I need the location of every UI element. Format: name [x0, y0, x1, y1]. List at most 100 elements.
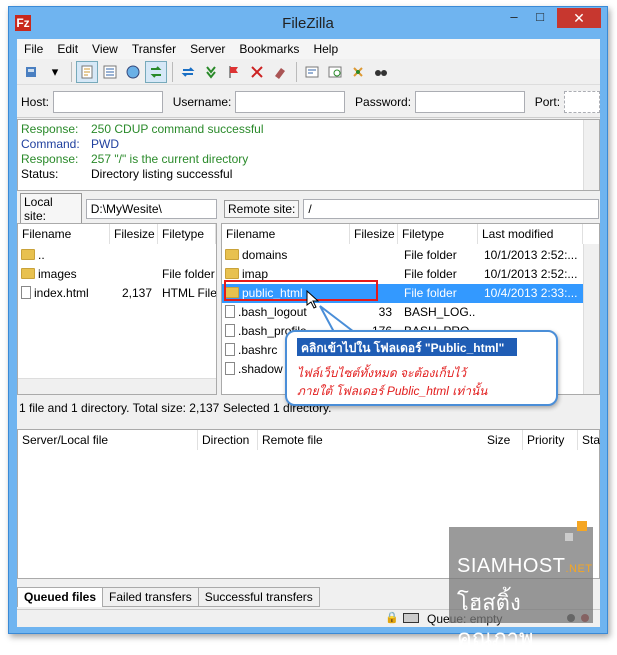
file-icon — [225, 343, 235, 356]
file-name-cell: images — [21, 267, 109, 281]
minimize-button[interactable]: – — [501, 8, 527, 28]
file-size: 2,137 — [121, 286, 152, 300]
remote-path-input[interactable]: / — [303, 199, 600, 219]
callout-title: คลิกเข้าไปใน โฟลเดอร์ "Public_html" — [297, 338, 517, 356]
queue-col-direction[interactable]: Direction — [198, 430, 258, 450]
username-input[interactable] — [235, 90, 346, 113]
file-icon — [225, 324, 235, 337]
log-key: Status: — [21, 167, 59, 181]
logo-brand: SIAMHOST.NET — [457, 555, 593, 577]
file-name: .bash_logout — [238, 305, 307, 319]
file-name: images — [38, 267, 77, 281]
log-text: 250 CDUP command successful — [91, 122, 264, 136]
remote-col-filename[interactable]: Filename — [222, 224, 350, 244]
menu-file[interactable]: File — [17, 39, 50, 59]
table-row[interactable]: images File folder — [18, 265, 215, 284]
tab-successful-transfers[interactable]: Successful transfers — [197, 587, 320, 607]
title-bar[interactable]: Fz FileZilla – □ ✕ — [9, 7, 607, 39]
log-key: Response: — [21, 122, 79, 136]
queue-col-status[interactable]: Status — [578, 430, 600, 450]
menu-bookmarks[interactable]: Bookmarks — [232, 39, 306, 59]
last-modified: 10/1/2013 2:52:... — [484, 248, 578, 262]
log-line: Response: 257 "/" is the current director… — [21, 152, 248, 166]
log-text: 257 "/" is the current directory — [91, 152, 249, 166]
toggle-log-icon[interactable] — [76, 60, 98, 83]
cancel-operation-icon[interactable] — [223, 61, 245, 83]
local-col-filetype[interactable]: Filetype — [158, 224, 216, 244]
local-col-filesize[interactable]: Filesize — [110, 224, 158, 244]
callout-line-1: ไฟล์เว็บไซต์ทั้งหมด จะต้องเก็บไว้ — [297, 366, 467, 380]
compare-icon[interactable] — [324, 61, 346, 83]
file-icon — [225, 362, 235, 375]
local-site-bar: Local site: D:\MyWesite\ — [17, 193, 217, 225]
reconnect-icon[interactable] — [269, 61, 291, 83]
menu-transfer[interactable]: Transfer — [125, 39, 183, 59]
filezilla-window: Fz FileZilla – □ ✕ File Edit View Transf… — [8, 6, 608, 650]
host-label: Host: — [21, 94, 50, 109]
sync-browse-icon[interactable] — [347, 61, 369, 83]
folder-icon — [225, 249, 239, 260]
table-row[interactable]: .bash_logout 33 BASH_LOG... — [222, 303, 583, 322]
file-name-cell: imap — [225, 267, 349, 281]
log-key: Command: — [21, 137, 80, 151]
toggle-queue-icon[interactable] — [145, 60, 167, 83]
tab-failed-transfers[interactable]: Failed transfers — [102, 587, 199, 607]
host-input[interactable] — [53, 90, 163, 113]
logo-tagline: โฮสติ้ง คุณภาพ — [457, 590, 534, 650]
quickconnect-bar: Host: Username: Password: Port: — [17, 86, 600, 118]
local-file-list: Filename Filesize Filetype .. images File … — [17, 223, 217, 395]
toggle-remote-tree-icon[interactable] — [122, 61, 144, 83]
password-input[interactable] — [415, 90, 525, 113]
local-hscrollbar[interactable] — [18, 378, 216, 394]
log-line: Status: Directory listing successful — [21, 167, 232, 181]
binary-mode-icon — [403, 613, 419, 623]
file-name-cell: .. — [21, 248, 109, 262]
process-queue-icon[interactable] — [200, 61, 222, 83]
file-name: imap — [242, 267, 269, 281]
folder-icon — [225, 268, 239, 279]
menu-edit[interactable]: Edit — [50, 39, 85, 59]
toggle-local-tree-icon[interactable] — [99, 61, 121, 83]
password-label: Password: — [355, 94, 412, 109]
log-scrollbar[interactable] — [583, 120, 599, 190]
logo-square-icon — [565, 533, 573, 541]
file-name: .bashrc — [238, 343, 278, 357]
file-type: File folder — [404, 248, 457, 262]
file-name: index.html — [34, 286, 89, 300]
folder-icon — [21, 249, 35, 260]
last-modified: 10/1/2013 2:52:... — [484, 267, 578, 281]
queue-col-size[interactable]: Size — [483, 430, 523, 450]
port-input[interactable] — [564, 90, 600, 113]
menu-server[interactable]: Server — [183, 39, 232, 59]
remote-col-filetype[interactable]: Filetype — [398, 224, 478, 244]
remote-col-filesize[interactable]: Filesize — [350, 224, 398, 244]
queue-col-priority[interactable]: Priority — [523, 430, 578, 450]
dropdown-arrow-icon[interactable]: ▾ — [44, 61, 66, 83]
remote-col-last-modified[interactable]: Last modified — [478, 224, 583, 244]
refresh-icon[interactable] — [177, 61, 199, 83]
local-path-input[interactable]: D:\MyWesite\ — [85, 199, 217, 219]
disconnect-icon[interactable] — [246, 61, 268, 83]
toolbar-separator — [71, 61, 72, 82]
maximize-button[interactable]: □ — [527, 8, 553, 28]
file-type: File folder — [162, 267, 215, 281]
queue-col-remote-file[interactable]: Remote file — [258, 430, 458, 450]
toolbar: ▾ — [17, 59, 600, 85]
table-row[interactable]: domains File folder 10/1/2013 2:52:... — [222, 246, 583, 265]
toolbar-separator — [296, 61, 297, 82]
search-icon[interactable] — [370, 61, 392, 83]
table-row[interactable]: index.html 2,137 HTML File — [18, 284, 216, 303]
log-key: Response: — [21, 152, 79, 166]
local-col-filename[interactable]: Filename — [18, 224, 110, 244]
menu-view[interactable]: View — [85, 39, 125, 59]
file-type: File folder — [404, 267, 457, 281]
directory-filter-icon[interactable] — [301, 61, 323, 83]
site-manager-icon[interactable] — [21, 61, 43, 83]
remote-vscrollbar[interactable] — [583, 244, 599, 394]
tab-queued-files[interactable]: Queued files — [17, 587, 104, 607]
queue-col-server-local-file[interactable]: Server/Local file — [18, 430, 198, 450]
local-site-label: Local site: — [20, 193, 82, 225]
table-row[interactable]: .. — [18, 246, 202, 265]
menu-help[interactable]: Help — [306, 39, 345, 59]
close-button[interactable]: ✕ — [557, 8, 601, 28]
